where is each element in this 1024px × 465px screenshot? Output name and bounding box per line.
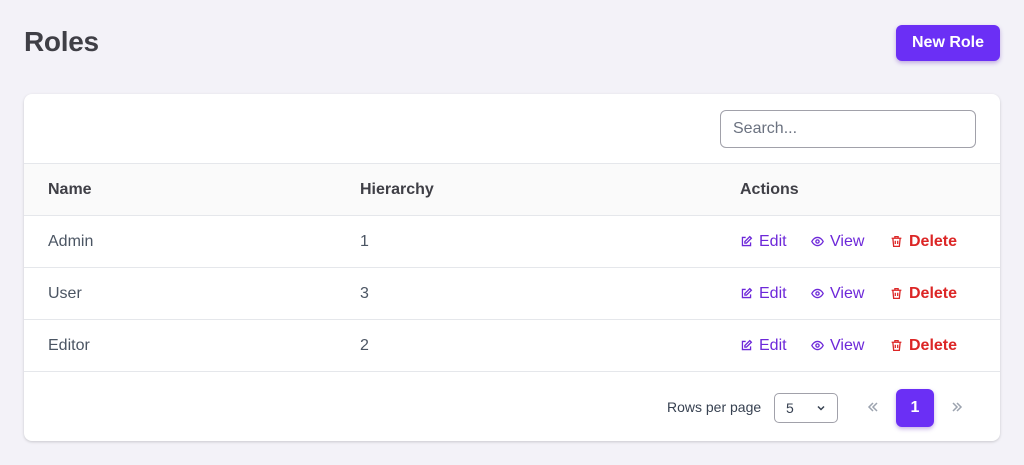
edit-link[interactable]: Edit — [740, 216, 787, 267]
pencil-square-icon — [741, 339, 753, 351]
pagination-bar: Rows per page 5 1 — [24, 372, 1000, 441]
view-label: View — [830, 284, 865, 302]
rows-per-page-label: Rows per page — [667, 399, 762, 415]
view-link[interactable]: View — [811, 320, 864, 371]
table-toolbar — [24, 94, 1000, 164]
search-input[interactable] — [720, 110, 976, 148]
delete-label: Delete — [909, 284, 958, 302]
column-header-name[interactable]: Name — [48, 164, 92, 215]
role-name: Admin — [48, 232, 94, 250]
last-page-button[interactable] — [944, 394, 970, 420]
column-header-hierarchy[interactable]: Hierarchy — [360, 164, 434, 215]
first-page-button[interactable] — [860, 394, 886, 420]
role-hierarchy: 1 — [360, 232, 369, 250]
chevrons-left-icon — [867, 402, 878, 412]
table-row: Admin 1 Edit View Delete — [24, 216, 1000, 268]
rows-per-page-value: 5 — [786, 400, 794, 416]
delete-link[interactable]: Delete — [890, 216, 957, 267]
trash-icon — [891, 235, 902, 248]
role-name: User — [48, 284, 82, 302]
edit-label: Edit — [759, 232, 787, 250]
delete-label: Delete — [909, 232, 958, 250]
trash-icon — [891, 339, 902, 352]
page-button-current[interactable]: 1 — [896, 389, 934, 427]
edit-link[interactable]: Edit — [740, 320, 787, 371]
delete-link[interactable]: Delete — [890, 268, 957, 319]
edit-label: Edit — [759, 284, 787, 302]
table-header: Name Hierarchy Actions — [24, 164, 1000, 216]
eye-icon — [811, 288, 824, 299]
table-row: User 3 Edit View Delete — [24, 268, 1000, 320]
chevron-down-icon — [817, 405, 825, 411]
column-header-actions: Actions — [740, 180, 799, 198]
trash-icon — [891, 287, 902, 300]
delete-link[interactable]: Delete — [890, 320, 957, 371]
view-label: View — [830, 232, 865, 250]
new-role-button[interactable]: New Role — [896, 25, 1000, 61]
view-link[interactable]: View — [811, 268, 864, 319]
pencil-square-icon — [741, 235, 753, 247]
role-hierarchy: 3 — [360, 284, 369, 302]
delete-label: Delete — [909, 336, 958, 354]
view-link[interactable]: View — [811, 216, 864, 267]
role-hierarchy: 2 — [360, 336, 369, 354]
page-title: Roles — [24, 26, 99, 57]
rows-per-page-select[interactable]: 5 — [774, 393, 838, 423]
role-name: Editor — [48, 336, 90, 354]
edit-label: Edit — [759, 336, 787, 354]
eye-icon — [811, 236, 824, 247]
eye-icon — [811, 340, 824, 351]
view-label: View — [830, 336, 865, 354]
table-row: Editor 2 Edit View Delete — [24, 320, 1000, 372]
edit-link[interactable]: Edit — [740, 268, 787, 319]
roles-table-card: Name Hierarchy Actions Admin 1 Edit View… — [24, 94, 1000, 441]
chevrons-right-icon — [952, 402, 963, 412]
pencil-square-icon — [741, 287, 753, 299]
